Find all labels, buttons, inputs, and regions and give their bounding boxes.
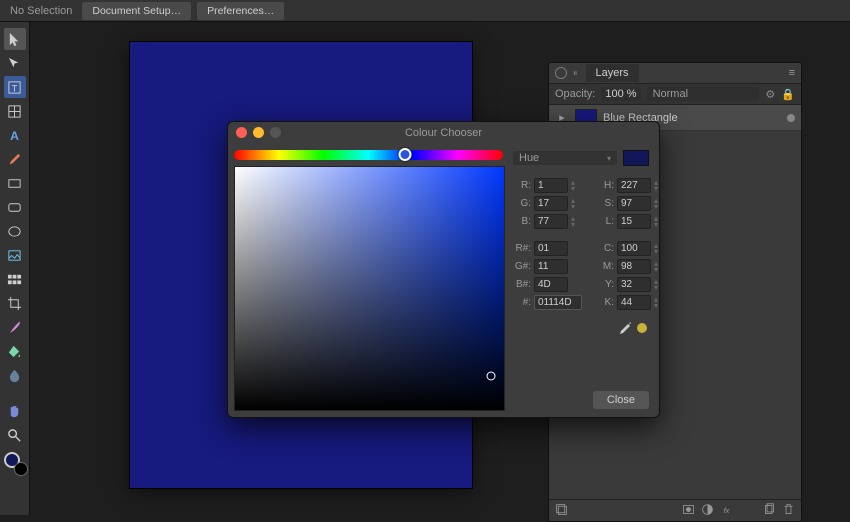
- color-swatch-pair[interactable]: [4, 452, 26, 474]
- dialog-title: Colour Chooser: [405, 127, 482, 139]
- h-label: H:: [596, 180, 614, 191]
- stepper-icon[interactable]: ▴▾: [571, 198, 575, 210]
- blend-mode-select[interactable]: Normal: [647, 87, 760, 101]
- layer-visibility-icon[interactable]: [787, 114, 795, 122]
- h-input[interactable]: [617, 178, 651, 193]
- vector-brush-tool[interactable]: [4, 316, 26, 338]
- bhex-input[interactable]: [534, 277, 568, 292]
- stepper-icon[interactable]: ▴▾: [654, 261, 658, 273]
- duplicate-icon[interactable]: [763, 503, 776, 519]
- colour-mode-label: Hue: [519, 152, 539, 164]
- ghex-label: G#:: [513, 261, 531, 272]
- add-layer-icon[interactable]: [555, 503, 568, 519]
- hex-input[interactable]: [534, 295, 582, 310]
- svg-text:T: T: [12, 83, 18, 93]
- stepper-icon[interactable]: ▴▾: [654, 243, 658, 255]
- layers-tab[interactable]: Layers: [586, 64, 639, 82]
- l-label: L:: [596, 216, 614, 227]
- l-input[interactable]: [617, 214, 651, 229]
- layer-lock-icon[interactable]: 🔒: [781, 88, 795, 101]
- stepper-icon[interactable]: ▴▾: [654, 297, 658, 309]
- s-input[interactable]: [617, 196, 651, 211]
- rounded-rect-tool[interactable]: [4, 196, 26, 218]
- bhex-label: B#:: [513, 279, 531, 290]
- fx-icon[interactable]: fx: [720, 503, 733, 519]
- stepper-icon[interactable]: ▴▾: [654, 180, 658, 192]
- canvas-area[interactable]: ⏸ Layers ≡ Opacity: 100 % Normal ⚙ 🔒 ▸ B…: [30, 22, 850, 515]
- svg-text:A: A: [10, 129, 19, 143]
- m-input[interactable]: [617, 259, 651, 274]
- zoom-tool[interactable]: [4, 424, 26, 446]
- k-input[interactable]: [617, 295, 651, 310]
- close-button[interactable]: Close: [593, 391, 649, 409]
- stepper-icon[interactable]: ▴▾: [654, 279, 658, 291]
- panel-menu-icon[interactable]: ≡: [789, 67, 795, 79]
- hue-slider-handle[interactable]: [398, 148, 411, 161]
- window-minimize-icon[interactable]: [253, 127, 264, 138]
- fill-tool[interactable]: [4, 340, 26, 362]
- stepper-icon[interactable]: ▴▾: [654, 198, 658, 210]
- stepper-icon[interactable]: ▴▾: [571, 180, 575, 192]
- hex-label: #:: [513, 297, 531, 308]
- hue-slider[interactable]: [234, 150, 503, 160]
- c-label: C:: [596, 243, 614, 254]
- window-close-icon[interactable]: [236, 127, 247, 138]
- crop-tool[interactable]: [4, 292, 26, 314]
- b-input[interactable]: [534, 214, 568, 229]
- m-label: M:: [596, 261, 614, 272]
- stepper-icon[interactable]: ▴▾: [654, 216, 658, 228]
- s-label: S:: [596, 198, 614, 209]
- rhex-input[interactable]: [534, 241, 568, 256]
- c-input[interactable]: [617, 241, 651, 256]
- saturation-value-box[interactable]: [234, 166, 505, 411]
- tool-column: T A: [0, 22, 30, 515]
- ghex-input[interactable]: [534, 259, 568, 274]
- node-tool[interactable]: [4, 52, 26, 74]
- hand-tool[interactable]: [4, 400, 26, 422]
- trash-icon[interactable]: [782, 503, 795, 519]
- current-colour-swatch[interactable]: [623, 150, 649, 166]
- y-input[interactable]: [617, 277, 651, 292]
- preferences-button[interactable]: Preferences…: [197, 2, 284, 20]
- mask-icon[interactable]: [682, 503, 695, 519]
- text-frame-tool[interactable]: T: [4, 76, 26, 98]
- opacity-value[interactable]: 100 %: [601, 87, 640, 101]
- art-text-tool[interactable]: A: [4, 124, 26, 146]
- colour-mode-select[interactable]: Hue ▾: [513, 151, 617, 165]
- background-swatch[interactable]: [14, 462, 28, 476]
- transparency-tool[interactable]: [4, 364, 26, 386]
- panel-pin-icon[interactable]: ⏸: [573, 68, 578, 79]
- k-label: K:: [596, 297, 614, 308]
- b-label: B:: [513, 216, 531, 227]
- document-setup-button[interactable]: Document Setup…: [82, 2, 191, 20]
- layer-settings-icon[interactable]: ⚙: [765, 88, 775, 101]
- chevron-down-icon: ▾: [607, 154, 611, 163]
- selection-status: No Selection: [6, 5, 76, 17]
- g-label: G:: [513, 198, 531, 209]
- rhex-label: R#:: [513, 243, 531, 254]
- stepper-icon[interactable]: ▴▾: [571, 216, 575, 228]
- asset-tool[interactable]: [4, 268, 26, 290]
- window-zoom-icon[interactable]: [270, 127, 281, 138]
- opacity-label: Opacity:: [555, 88, 595, 100]
- adjustment-icon[interactable]: [701, 503, 714, 519]
- r-label: R:: [513, 180, 531, 191]
- ellipse-tool[interactable]: [4, 220, 26, 242]
- eyedropper-sample-swatch[interactable]: [637, 323, 647, 333]
- sv-handle[interactable]: [486, 371, 495, 380]
- table-tool[interactable]: [4, 100, 26, 122]
- y-label: Y:: [596, 279, 614, 290]
- picture-frame-tool[interactable]: [4, 244, 26, 266]
- move-tool[interactable]: [4, 28, 26, 50]
- svg-text:fx: fx: [724, 505, 730, 514]
- panel-close-icon[interactable]: [555, 67, 567, 79]
- colour-chooser-dialog: Colour Chooser Hue ▾ R: ▴▾ H: ▴▾ G: ▴▾ S: ▴▾…: [227, 121, 660, 418]
- rectangle-tool[interactable]: [4, 172, 26, 194]
- r-input[interactable]: [534, 178, 568, 193]
- g-input[interactable]: [534, 196, 568, 211]
- eyedropper-icon[interactable]: [617, 320, 633, 336]
- pen-tool[interactable]: [4, 148, 26, 170]
